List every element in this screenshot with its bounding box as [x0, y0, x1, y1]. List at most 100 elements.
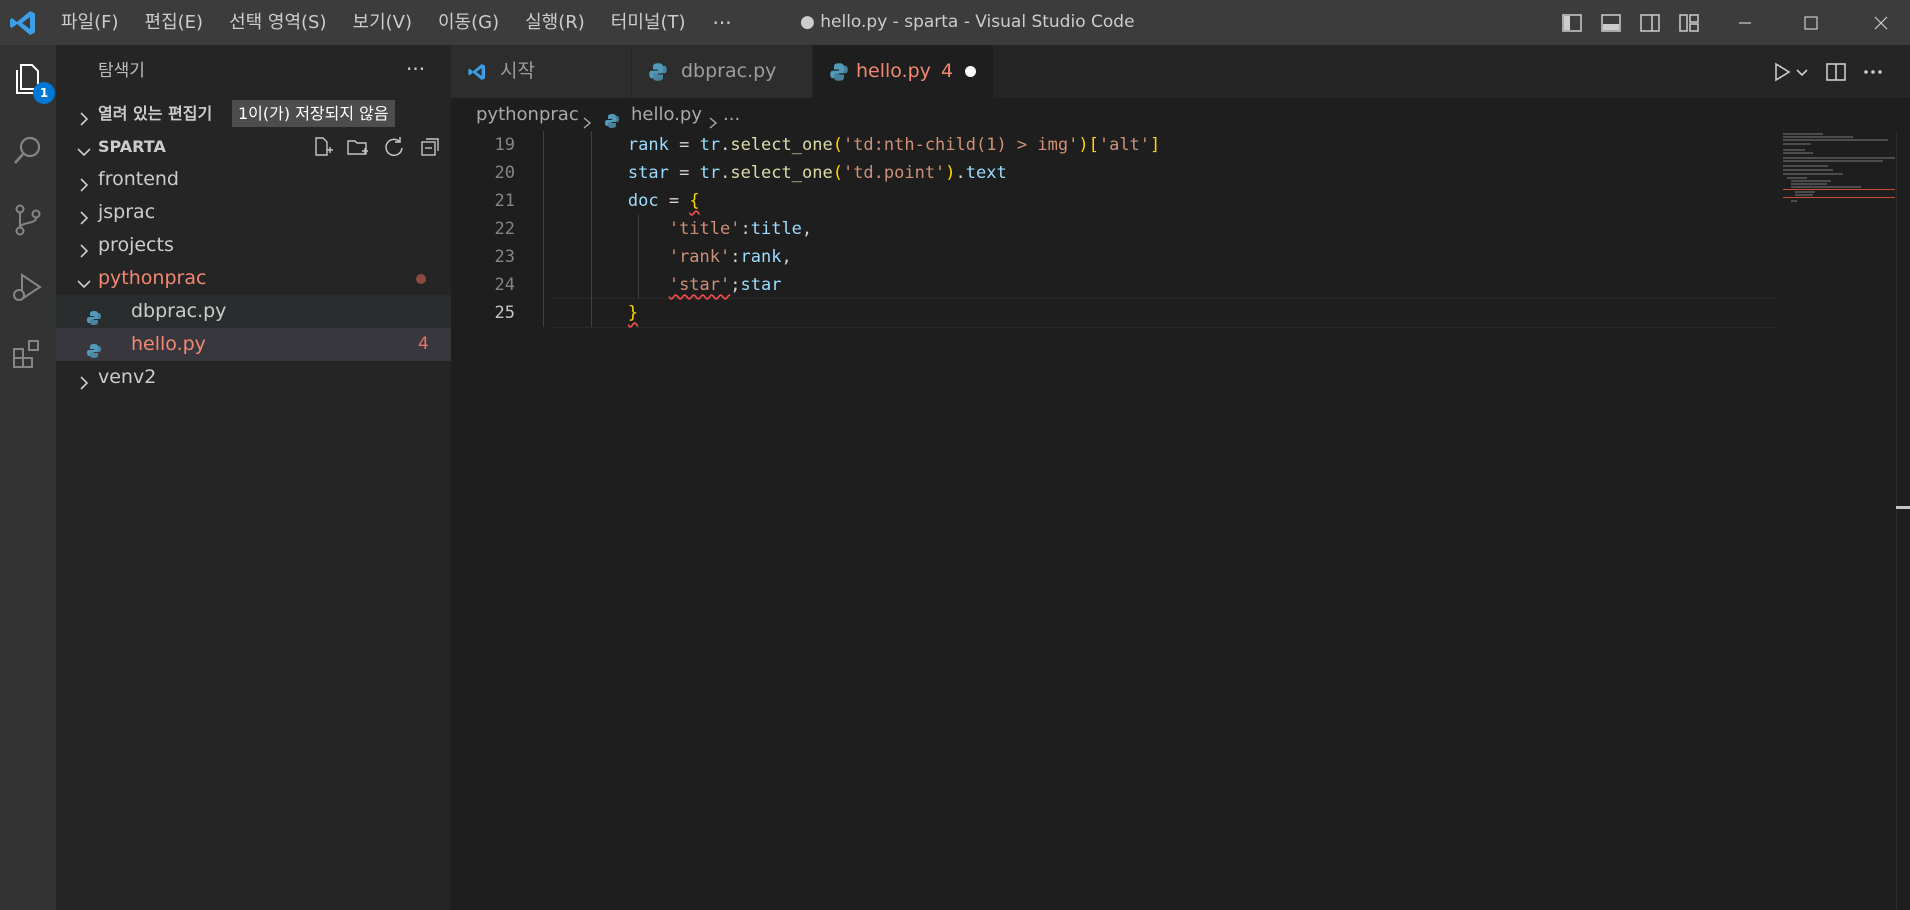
minimap-line — [1783, 157, 1895, 159]
minimap-line — [1783, 169, 1833, 171]
window-title: ● hello.py - sparta - Visual Studio Code — [800, 12, 1135, 32]
tree-item-projects[interactable]: projects — [56, 229, 451, 262]
run-dropdown-chevron-icon[interactable] — [1794, 60, 1810, 84]
editor-tabs: 시작 dbprac.py hello.py 4 — [451, 45, 1910, 98]
workspace-section[interactable]: SPARTA — [56, 130, 451, 163]
menu-edit[interactable]: 편집(E) — [132, 0, 217, 45]
sidebar-title: 탐색기 — [98, 61, 145, 81]
toggle-primary-sidebar-icon[interactable] — [1561, 12, 1583, 34]
minimize-button[interactable] — [1730, 8, 1760, 38]
tree-item-venv2[interactable]: venv2 — [56, 361, 451, 394]
scrollbar-cursor-marker — [1896, 506, 1910, 509]
breadcrumb-symbol[interactable]: ... — [723, 98, 740, 131]
toggle-panel-icon[interactable] — [1600, 12, 1622, 34]
minimap-line — [1783, 139, 1888, 141]
chevron-right-icon — [76, 204, 92, 225]
close-button[interactable] — [1866, 8, 1896, 38]
tab-welcome[interactable]: 시작 — [451, 45, 632, 98]
workspace-label: SPARTA — [98, 137, 166, 156]
minimap-error-line — [1783, 197, 1895, 198]
python-file-icon — [86, 304, 102, 325]
minimap-line — [1783, 160, 1883, 162]
minimap-line — [1783, 133, 1823, 135]
line-number: 21 — [494, 191, 515, 211]
source-control-icon[interactable] — [8, 200, 48, 240]
menu-view[interactable]: 보기(V) — [340, 0, 425, 45]
tab-label: 시작 — [500, 60, 535, 82]
new-file-icon[interactable] — [310, 135, 334, 159]
line-number: 19 — [494, 135, 515, 155]
breadcrumb-folder[interactable]: pythonprac — [476, 98, 579, 131]
minimap-line — [1783, 173, 1843, 175]
vscode-icon — [467, 62, 487, 82]
minimap-line — [1783, 165, 1828, 167]
customize-layout-icon[interactable] — [1678, 12, 1700, 34]
breadcrumb-file[interactable]: hello.py — [631, 98, 702, 131]
search-icon[interactable] — [8, 131, 48, 171]
current-line-highlight — [553, 298, 1777, 328]
tab-hello[interactable]: hello.py 4 — [813, 45, 994, 98]
python-icon — [648, 62, 668, 82]
collapse-all-icon[interactable] — [418, 135, 442, 159]
menu-selection[interactable]: 선택 영역(S) — [216, 0, 339, 45]
refresh-icon[interactable] — [382, 135, 406, 159]
tree-item-label: projects — [98, 234, 174, 256]
minimap-line — [1783, 149, 1805, 151]
toggle-secondary-sidebar-icon[interactable] — [1639, 12, 1661, 34]
explorer-badge: 1 — [33, 82, 55, 104]
tree-item-frontend[interactable]: frontend — [56, 163, 451, 196]
tree-item-jsprac[interactable]: jsprac — [56, 196, 451, 229]
menu-file[interactable]: 파일(F) — [50, 0, 132, 45]
unsaved-dot-icon[interactable] — [965, 66, 976, 77]
line-number: 20 — [494, 163, 515, 183]
tab-problem-count: 4 — [941, 60, 954, 82]
minimap-line — [1795, 191, 1815, 193]
menu-run[interactable]: 실행(R) — [512, 0, 598, 45]
tree-item-label: dbprac.py — [131, 300, 227, 322]
tree-item-hello[interactable]: hello.py 4 — [56, 328, 451, 361]
sidebar-more-button[interactable]: ··· — [406, 45, 425, 93]
chevron-right-icon — [580, 108, 594, 129]
explorer-actions — [310, 135, 442, 159]
tab-label: hello.py — [856, 60, 931, 82]
run-debug-icon[interactable] — [8, 267, 48, 307]
minimap-line — [1791, 180, 1831, 182]
run-python-file-icon[interactable] — [1770, 60, 1794, 84]
open-editors-section[interactable]: 열려 있는 편집기 1이(가) 저장되지 않음 — [56, 97, 451, 130]
python-icon — [604, 107, 620, 128]
tab-label: dbprac.py — [681, 60, 777, 82]
tree-item-dbprac[interactable]: dbprac.py — [56, 295, 451, 328]
code-line-21: doc = { — [627, 191, 700, 211]
extensions-icon[interactable] — [8, 335, 48, 375]
vscode-logo-icon — [8, 8, 38, 38]
minimap-line — [1795, 194, 1813, 196]
modified-indicator — [416, 274, 426, 284]
minimap-line — [1791, 186, 1861, 188]
code-line-19: rank = tr.select_one('td:nth-child(1) > … — [627, 135, 1161, 155]
explorer-sidebar: 탐색기 ··· 열려 있는 편집기 1이(가) 저장되지 않음 SPARTA f… — [56, 45, 451, 910]
vertical-scrollbar[interactable] — [1896, 131, 1910, 910]
chevron-right-icon — [76, 369, 92, 390]
menu-more-button[interactable]: ··· — [699, 11, 746, 35]
code-editor[interactable]: 19 20 21 22 23 24 25 rank = tr.select_on… — [451, 131, 1910, 910]
code-line-25: } — [627, 303, 639, 323]
minimap-line — [1783, 143, 1811, 145]
title-bar: 파일(F) 편집(E) 선택 영역(S) 보기(V) 이동(G) 실행(R) 터… — [0, 0, 1910, 45]
code-line-22: 'title':title, — [668, 219, 813, 239]
code-line-20: star = tr.select_one('td.point').text — [627, 163, 1007, 183]
tab-dbprac[interactable]: dbprac.py — [632, 45, 813, 98]
editor-more-actions-icon[interactable] — [1861, 60, 1885, 84]
code-line-23: 'rank':rank, — [668, 247, 792, 267]
menu-terminal[interactable]: 터미널(T) — [598, 0, 699, 45]
chevron-right-icon — [76, 105, 92, 126]
maximize-button[interactable] — [1796, 8, 1826, 38]
tree-item-label: pythonprac — [98, 267, 207, 289]
chevron-right-icon — [706, 108, 720, 129]
minimap[interactable] — [1777, 131, 1895, 910]
menu-go[interactable]: 이동(G) — [425, 0, 512, 45]
split-editor-icon[interactable] — [1824, 60, 1848, 84]
tree-item-pythonprac[interactable]: pythonprac — [56, 262, 451, 295]
new-folder-icon[interactable] — [346, 135, 370, 159]
minimap-line — [1791, 183, 1827, 185]
tree-item-label: jsprac — [98, 201, 156, 223]
